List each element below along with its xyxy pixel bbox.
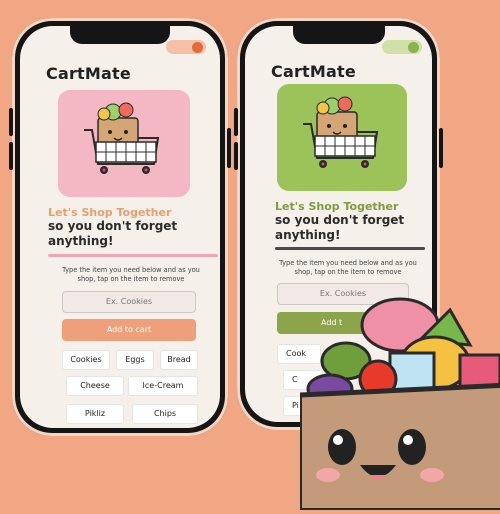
- app-logo: CartMate: [46, 64, 131, 83]
- instructions-line-2: shop, tap on the item to remove: [77, 275, 185, 283]
- theme-toggle[interactable]: [166, 40, 206, 54]
- kawaii-cart-illustration: [303, 96, 379, 168]
- instructions-line-1: Type the item you need below and as you: [279, 259, 417, 267]
- app-logo: CartMate: [271, 62, 356, 81]
- item-chip[interactable]: Pikliz: [66, 404, 124, 424]
- volume-down-button: [234, 142, 238, 170]
- kiwi-icon: [408, 41, 419, 53]
- phone-left: CartMate Let's Shop Together so you don'…: [9, 18, 231, 436]
- headline-line-1: so you don't forget: [275, 213, 405, 227]
- theme-toggle[interactable]: [382, 40, 422, 54]
- instructions-line-1: Type the item you need below and as you: [62, 266, 200, 274]
- item-chip[interactable]: Cookies: [62, 350, 110, 370]
- item-input[interactable]: Ex. Cookies: [62, 291, 196, 313]
- hero-image: [277, 84, 407, 191]
- volume-up-button: [234, 108, 238, 136]
- instructions-line-2: shop, tap on the item to remove: [294, 268, 402, 276]
- headline-line-2: anything!: [275, 228, 341, 242]
- add-to-cart-button[interactable]: Add to cart: [62, 319, 196, 341]
- grocery-bag-mascot: [298, 285, 500, 512]
- headline-line-1: so you don't forget: [48, 219, 178, 233]
- instructions: Type the item you need below and as you …: [38, 266, 220, 284]
- divider: [275, 247, 425, 250]
- peach-icon: [192, 41, 203, 53]
- volume-down-button: [9, 142, 13, 170]
- volume-up-button: [9, 108, 13, 136]
- item-chip[interactable]: Eggs: [116, 350, 154, 370]
- instructions: Type the item you need below and as you …: [263, 259, 432, 277]
- notch: [292, 26, 385, 44]
- power-button: [227, 128, 231, 168]
- hero-image: [58, 90, 190, 197]
- headline-accent: Let's Shop Together: [48, 206, 172, 219]
- item-chip[interactable]: Cheese: [66, 376, 124, 396]
- power-button: [439, 128, 443, 168]
- item-chip[interactable]: Bread: [160, 350, 198, 370]
- item-chip[interactable]: Chips: [132, 404, 198, 424]
- notch: [70, 26, 170, 44]
- headline-accent: Let's Shop Together: [275, 200, 399, 213]
- kawaii-bag-illustration: [298, 297, 500, 512]
- headline-line-2: anything!: [48, 234, 114, 248]
- divider: [48, 254, 218, 257]
- screen-left: CartMate Let's Shop Together so you don'…: [20, 26, 220, 428]
- kawaii-cart-illustration: [84, 102, 160, 174]
- item-chip[interactable]: Ice-Cream: [128, 376, 198, 396]
